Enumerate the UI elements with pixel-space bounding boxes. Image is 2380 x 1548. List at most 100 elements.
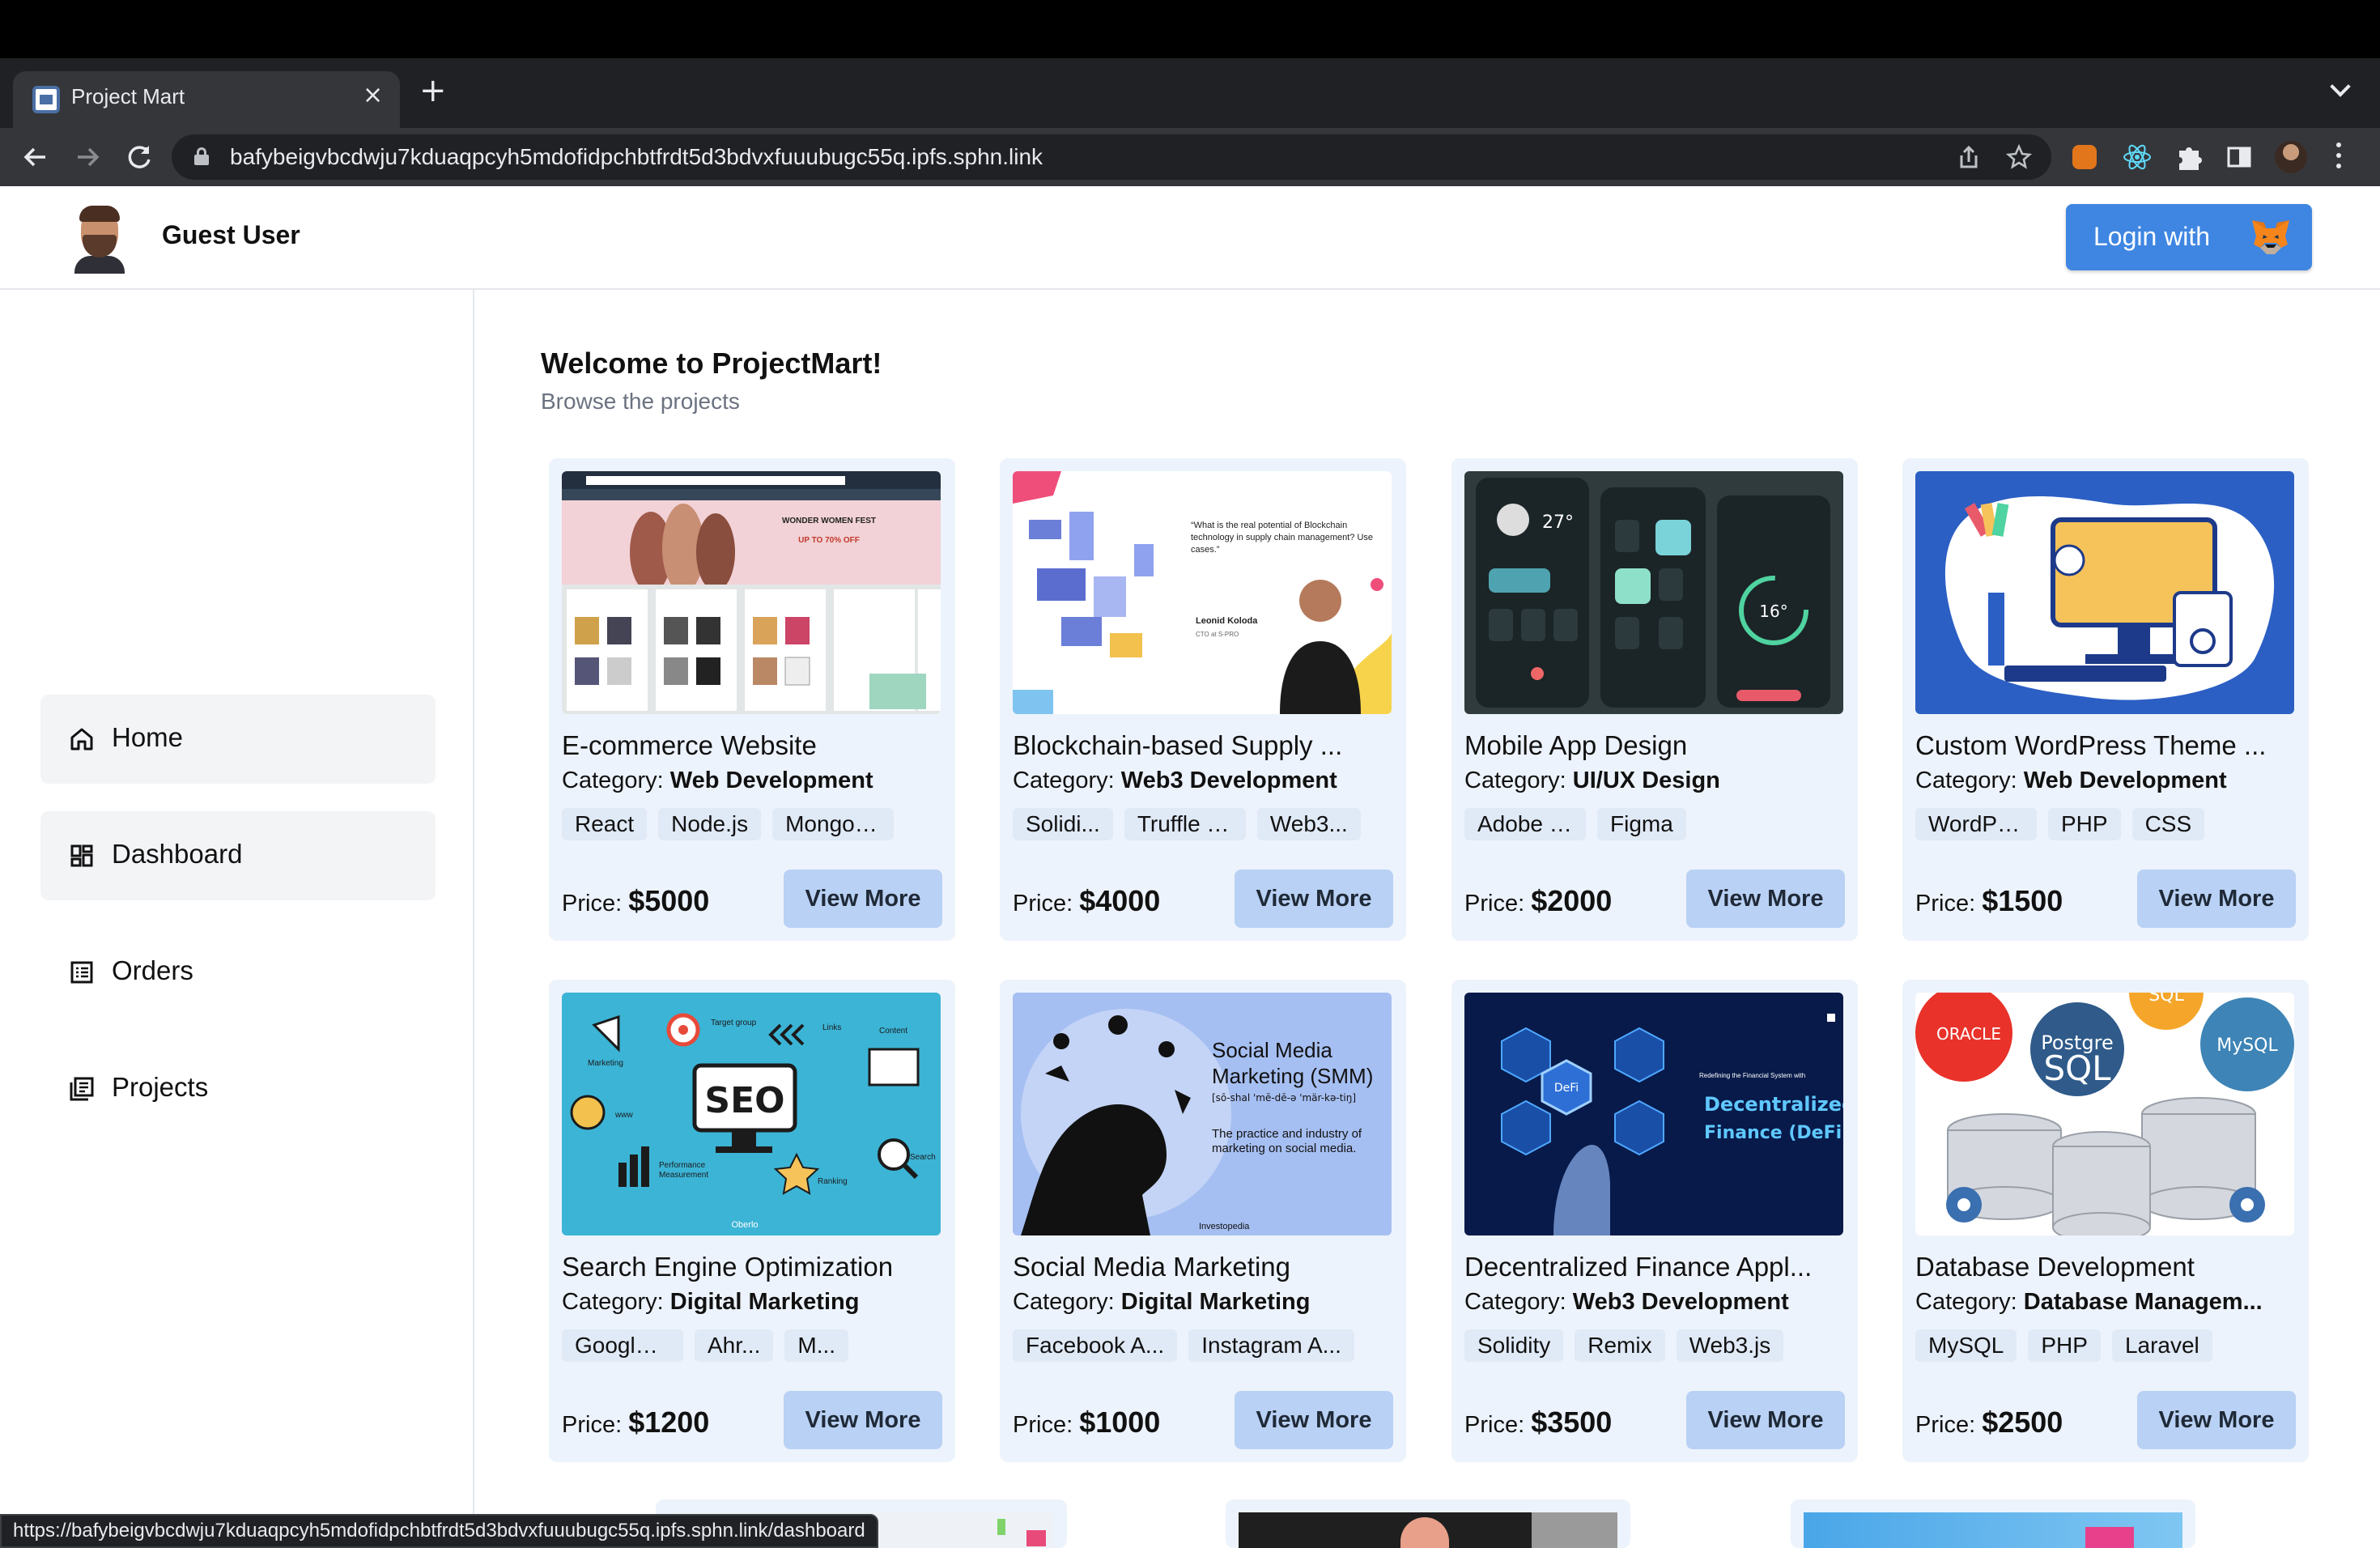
project-tags: MySQL PHP Laravel — [1915, 1329, 2296, 1363]
os-menu-bar — [0, 0, 2380, 58]
tag: Instagram A... — [1188, 1329, 1354, 1362]
side-panel-icon[interactable] — [2223, 141, 2255, 173]
view-more-button[interactable]: View More — [784, 870, 942, 928]
defi-kicker: Redefining the Financial System with — [1699, 1072, 1806, 1079]
speaker-name: Leonid Koloda — [1196, 616, 1258, 626]
project-thumbnail: DeFi Redefining the Financial System wit… — [1464, 993, 1843, 1235]
seo-search: Search — [910, 1153, 936, 1162]
tag: Google Analy... — [562, 1329, 683, 1362]
tag: Laravel — [2111, 1329, 2212, 1362]
seo-target: Target group — [711, 1019, 757, 1027]
browser-menu-icon[interactable] — [2336, 142, 2343, 172]
favicon-icon — [32, 86, 60, 113]
address-bar[interactable]: bafybeigvbcdwju7kduaqpcyh5mdofidpchbtfrd… — [172, 134, 2051, 180]
project-card-partial — [1791, 1499, 2195, 1548]
project-price: Price: $1000 — [1013, 1406, 1161, 1439]
seo-brand: Oberlo — [731, 1220, 758, 1230]
metamask-fox-icon — [2249, 217, 2293, 257]
defi-title-1: Decentralized — [1704, 1093, 1843, 1116]
bookmark-star-icon[interactable] — [2005, 143, 2033, 170]
sidebar-item-projects[interactable]: Projects — [40, 1044, 436, 1133]
seo-www: www — [614, 1111, 633, 1120]
metamask-extension-icon[interactable] — [2072, 145, 2097, 169]
view-more-button[interactable]: View More — [1235, 1391, 1393, 1449]
project-title: Database Development — [1915, 1252, 2195, 1282]
tab-close-icon[interactable]: × — [363, 81, 383, 109]
project-price: Price: $1500 — [1915, 884, 2063, 917]
speaker-role: CTO at S-PRO — [1196, 631, 1239, 638]
project-thumbnail — [1239, 1512, 1617, 1548]
project-card: 27° 16° Mobile App Design Category: UI/U… — [1451, 458, 1858, 941]
project-thumbnail — [1804, 1512, 2182, 1548]
thermostat-temp: 16° — [1759, 602, 1787, 621]
ecom-sale-text: UP TO 70% OFF — [798, 536, 860, 545]
seo-marketing: Marketing — [588, 1059, 623, 1068]
browser-tab[interactable]: Project Mart × — [13, 71, 400, 128]
tag: Truffle Su... — [1124, 808, 1246, 840]
project-price: Price: $3500 — [1464, 1406, 1613, 1439]
sidebar-item-orders[interactable]: Orders — [40, 928, 436, 1017]
view-more-button[interactable]: View More — [1686, 870, 1845, 928]
home-icon — [68, 725, 96, 753]
project-thumbnail: ORACLE Postgre SQL SQL MySQL — [1915, 993, 2294, 1235]
project-title: Custom WordPress Theme ... — [1915, 730, 2267, 760]
project-thumbnail: SEO Marketing Target group Links Content… — [562, 993, 941, 1235]
new-tab-icon[interactable]: + — [419, 73, 447, 108]
projects-icon — [68, 1075, 96, 1103]
view-more-button[interactable]: View More — [2137, 870, 2296, 928]
tag: Figma — [1597, 808, 1686, 840]
db-postgres-2: SQL — [2043, 1048, 2111, 1088]
project-price: Price: $2000 — [1464, 884, 1613, 917]
view-more-button[interactable]: View More — [2137, 1391, 2296, 1449]
page-title: Welcome to ProjectMart! — [541, 347, 882, 380]
forward-arrow-icon[interactable] — [70, 139, 105, 175]
reload-icon[interactable] — [121, 139, 157, 175]
project-price: Price: $4000 — [1013, 884, 1161, 917]
sidebar-item-label: Projects — [112, 1072, 209, 1102]
tag: React — [562, 808, 648, 840]
project-price: Price: $5000 — [562, 884, 710, 917]
view-more-button[interactable]: View More — [1235, 870, 1393, 928]
tab-title: Project Mart — [71, 84, 185, 108]
project-category: Category: UI/UX Design — [1464, 768, 1720, 793]
project-category: Category: Web3 Development — [1013, 768, 1337, 793]
sidebar-item-label: Orders — [112, 955, 193, 985]
view-more-button[interactable]: View More — [784, 1391, 942, 1449]
sidebar-item-dashboard[interactable]: Dashboard — [40, 811, 436, 900]
project-tags: Facebook A... Instagram A... — [1013, 1329, 1393, 1363]
login-label: Login with — [2093, 222, 2211, 251]
project-thumbnail: 27° 16° — [1464, 471, 1843, 714]
sidebar-item-home[interactable]: Home — [40, 695, 436, 784]
back-arrow-icon[interactable] — [18, 139, 53, 175]
weather-temp: 27° — [1542, 512, 1574, 533]
profile-avatar-icon[interactable] — [2275, 141, 2307, 173]
tab-search-chevron-icon[interactable] — [2331, 79, 2349, 97]
project-card: SEO Marketing Target group Links Content… — [549, 980, 955, 1462]
seo-perf: Performance Measurement — [659, 1161, 709, 1180]
project-tags: Google Analy... Ahr... M... — [562, 1329, 942, 1363]
project-thumbnail — [1915, 471, 2294, 714]
react-devtools-icon[interactable] — [2121, 141, 2153, 173]
login-button[interactable]: Login with — [2066, 204, 2312, 270]
project-price: Price: $1200 — [562, 1406, 710, 1439]
url-text[interactable]: bafybeigvbcdwju7kduaqpcyh5mdofidpchbtfrd… — [230, 144, 1043, 170]
share-icon[interactable] — [1956, 144, 1982, 170]
extensions-puzzle-icon[interactable] — [2173, 141, 2205, 173]
lock-icon[interactable] — [194, 147, 209, 165]
seo-ranking: Ranking — [818, 1177, 848, 1186]
browser-toolbar: bafybeigvbcdwju7kduaqpcyh5mdofidpchbtfrd… — [0, 128, 2380, 186]
tag: Solidi... — [1013, 808, 1113, 840]
project-tags: Adobe XD Figma — [1464, 808, 1845, 842]
tag: CSS — [2131, 808, 2205, 840]
project-category: Category: Web Development — [562, 768, 873, 793]
view-more-button[interactable]: View More — [1686, 1391, 1845, 1449]
project-tags: Solidity Remix Web3.js — [1464, 1329, 1845, 1363]
orders-icon — [68, 959, 96, 986]
tag: PHP — [2048, 808, 2121, 840]
tag: MongoDB — [772, 808, 895, 840]
ecom-banner-text: WONDER WOMEN FEST — [782, 517, 876, 525]
project-card: “What is the real potential of Blockchai… — [1000, 458, 1406, 941]
avatar — [71, 206, 128, 274]
page-subtitle: Browse the projects — [541, 389, 740, 414]
project-card: ORACLE Postgre SQL SQL MySQL Database De… — [1902, 980, 2309, 1462]
